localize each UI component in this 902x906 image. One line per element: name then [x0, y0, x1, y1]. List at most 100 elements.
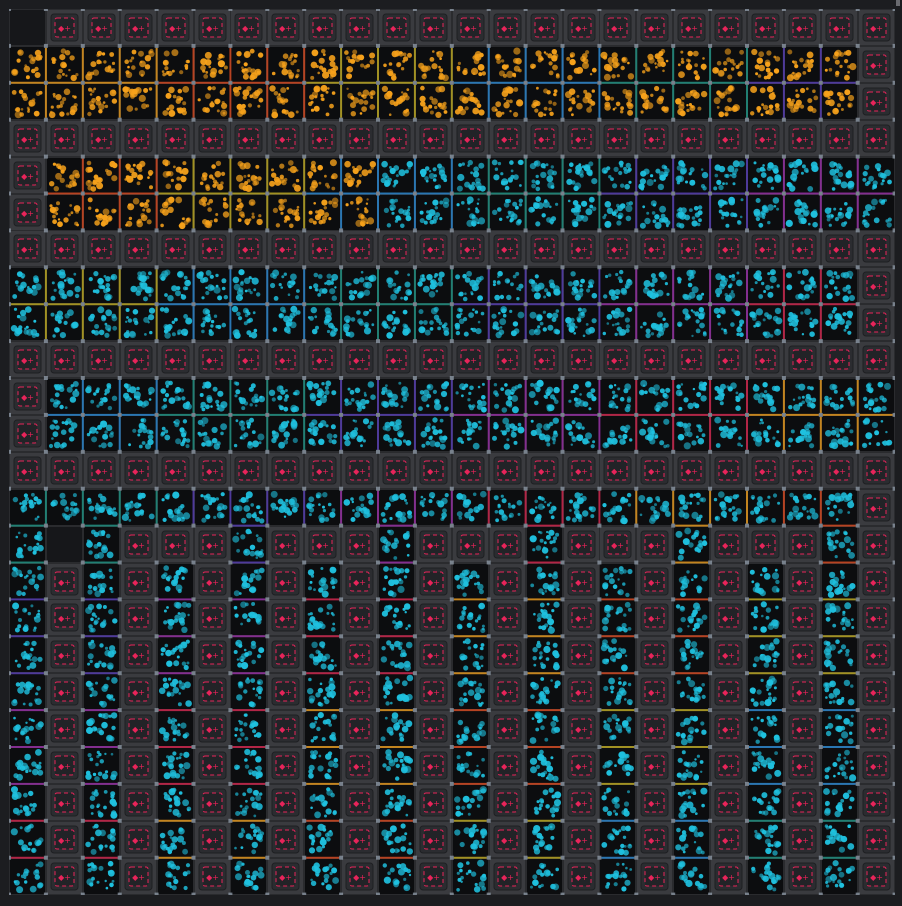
cyan-storage-tile[interactable]	[82, 783, 120, 821]
rack-tile[interactable]: ◆+	[267, 525, 305, 563]
cyan-storage-tile[interactable]	[230, 488, 268, 526]
cyan-storage-tile[interactable]	[9, 673, 46, 711]
rack-tile[interactable]: ◆+	[193, 636, 231, 674]
cyan-storage-tile[interactable]	[673, 378, 711, 415]
cyan-storage-tile[interactable]	[820, 857, 858, 895]
cyan-storage-tile[interactable]	[747, 378, 784, 415]
cyan-storage-tile[interactable]	[525, 525, 563, 563]
cyan-storage-tile[interactable]	[9, 599, 46, 637]
cyan-storage-tile[interactable]	[747, 710, 784, 748]
cyan-storage-tile[interactable]	[230, 747, 268, 784]
rack-tile[interactable]: ◆+	[636, 710, 674, 748]
cyan-storage-tile[interactable]	[156, 562, 194, 600]
orange-storage-tile[interactable]	[45, 45, 83, 83]
cyan-storage-tile[interactable]	[673, 599, 711, 637]
orange-storage-tile[interactable]	[783, 45, 821, 83]
cyan-storage-tile[interactable]	[525, 378, 563, 415]
cyan-storage-tile[interactable]	[230, 304, 268, 342]
rack-tile[interactable]: ◆+	[9, 193, 46, 231]
cyan-storage-tile[interactable]	[304, 857, 342, 895]
rack-tile[interactable]: ◆+	[783, 9, 821, 46]
cyan-storage-tile[interactable]	[451, 414, 489, 452]
cyan-storage-tile[interactable]	[414, 267, 452, 305]
cyan-storage-tile[interactable]	[783, 267, 821, 305]
orange-storage-tile[interactable]	[488, 82, 526, 120]
cyan-storage-tile[interactable]	[378, 857, 415, 895]
rack-tile[interactable]: ◆+	[488, 857, 526, 895]
cyan-storage-tile[interactable]	[599, 304, 637, 342]
cyan-storage-tile[interactable]	[857, 193, 895, 231]
orange-storage-tile[interactable]	[156, 45, 194, 83]
rack-tile[interactable]: ◆+	[267, 599, 305, 637]
cyan-storage-tile[interactable]	[525, 599, 563, 637]
rack-tile[interactable]: ◆+	[747, 341, 784, 379]
rack-tile[interactable]: ◆+	[267, 119, 305, 157]
rack-tile[interactable]: ◆+	[747, 451, 784, 489]
orange-storage-tile[interactable]	[267, 193, 305, 231]
rack-tile[interactable]: ◆+	[9, 451, 46, 489]
cyan-storage-tile[interactable]	[488, 488, 526, 526]
rack-tile[interactable]: ◆+	[710, 451, 748, 489]
rack-tile[interactable]: ◆+	[488, 525, 526, 563]
rack-tile[interactable]: ◆+	[857, 525, 895, 563]
cyan-storage-tile[interactable]	[636, 193, 674, 231]
rack-tile[interactable]: ◆+	[451, 341, 489, 379]
cyan-storage-tile[interactable]	[230, 857, 268, 895]
cyan-storage-tile[interactable]	[304, 304, 342, 342]
cyan-storage-tile[interactable]	[857, 414, 895, 452]
orange-storage-tile[interactable]	[747, 82, 784, 120]
rack-tile[interactable]: ◆+	[45, 341, 83, 379]
rack-tile[interactable]: ◆+	[230, 341, 268, 379]
rack-tile[interactable]: ◆+	[193, 562, 231, 600]
cyan-storage-tile[interactable]	[820, 636, 858, 674]
rack-tile[interactable]: ◆+	[857, 9, 895, 46]
orange-storage-tile[interactable]	[9, 45, 46, 83]
cyan-storage-tile[interactable]	[414, 304, 452, 342]
rack-tile[interactable]: ◆+	[341, 747, 379, 784]
rack-tile[interactable]: ◆+	[267, 230, 305, 268]
cyan-storage-tile[interactable]	[119, 488, 157, 526]
rack-tile[interactable]: ◆+	[414, 710, 452, 748]
cyan-storage-tile[interactable]	[673, 820, 711, 858]
cyan-storage-tile[interactable]	[525, 156, 563, 194]
orange-storage-tile[interactable]	[82, 82, 120, 120]
cyan-storage-tile[interactable]	[820, 562, 858, 600]
rack-tile[interactable]: ◆+	[304, 119, 342, 157]
rack-tile[interactable]: ◆+	[119, 710, 157, 748]
rack-tile[interactable]: ◆+	[193, 673, 231, 711]
rack-tile[interactable]: ◆+	[341, 783, 379, 821]
rack-tile[interactable]: ◆+	[857, 230, 895, 268]
cyan-storage-tile[interactable]	[747, 599, 784, 637]
cyan-storage-tile[interactable]	[747, 562, 784, 600]
cyan-storage-tile[interactable]	[230, 783, 268, 821]
empty-tile[interactable]	[45, 525, 83, 563]
rack-tile[interactable]: ◆+	[230, 119, 268, 157]
rack-tile[interactable]: ◆+	[488, 9, 526, 46]
cyan-storage-tile[interactable]	[710, 488, 748, 526]
rack-tile[interactable]: ◆+	[304, 341, 342, 379]
cyan-storage-tile[interactable]	[525, 636, 563, 674]
cyan-storage-tile[interactable]	[82, 710, 120, 748]
rack-tile[interactable]: ◆+	[599, 341, 637, 379]
cyan-storage-tile[interactable]	[193, 414, 231, 452]
orange-storage-tile[interactable]	[156, 156, 194, 194]
cyan-storage-tile[interactable]	[599, 710, 637, 748]
rack-tile[interactable]: ◆+	[45, 9, 83, 46]
orange-storage-tile[interactable]	[451, 82, 489, 120]
rack-tile[interactable]: ◆+	[857, 673, 895, 711]
cyan-storage-tile[interactable]	[783, 488, 821, 526]
orange-storage-tile[interactable]	[525, 82, 563, 120]
cyan-storage-tile[interactable]	[378, 673, 415, 711]
rack-tile[interactable]: ◆+	[156, 119, 194, 157]
cyan-storage-tile[interactable]	[599, 857, 637, 895]
cyan-storage-tile[interactable]	[304, 414, 342, 452]
cyan-storage-tile[interactable]	[156, 820, 194, 858]
cyan-storage-tile[interactable]	[378, 414, 415, 452]
orange-storage-tile[interactable]	[193, 193, 231, 231]
cyan-storage-tile[interactable]	[230, 525, 268, 563]
rack-tile[interactable]: ◆+	[341, 710, 379, 748]
rack-tile[interactable]: ◆+	[119, 673, 157, 711]
rack-tile[interactable]: ◆+	[193, 857, 231, 895]
cyan-storage-tile[interactable]	[267, 267, 305, 305]
cyan-storage-tile[interactable]	[451, 156, 489, 194]
